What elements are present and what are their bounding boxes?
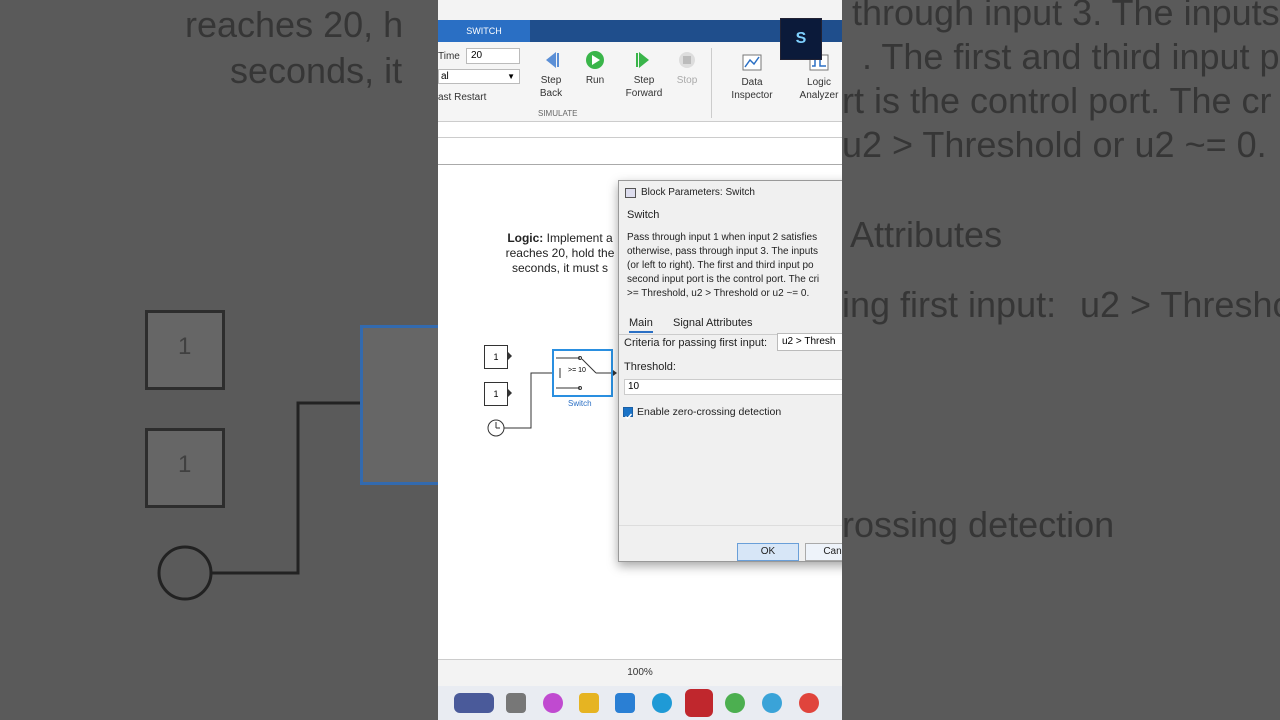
switch-threshold-text: >= 10: [568, 367, 586, 374]
checkmark-icon: [624, 413, 633, 420]
threshold-input[interactable]: 10: [624, 379, 842, 395]
background-left: reaches 20, h seconds, it 1 1: [0, 0, 438, 720]
simulate-section-label: SIMULATE: [538, 109, 578, 118]
stop-icon: [679, 52, 695, 68]
block-type-heading: Switch: [627, 209, 660, 221]
dialog-body: Switch Pass through input 1 when input 2…: [619, 205, 842, 525]
bg-text-line: . The first and third input po: [862, 36, 1280, 77]
copilot-app-icon[interactable]: [454, 693, 494, 713]
tab-signal-attributes[interactable]: Signal Attributes: [673, 317, 753, 329]
ok-button[interactable]: OK: [737, 543, 799, 561]
step-forward-button[interactable]: Step Forward: [622, 50, 666, 100]
copilot-icon[interactable]: [543, 693, 563, 713]
block-parameters-dialog: Block Parameters: Switch Switch Pass thr…: [618, 180, 842, 562]
description-line: Pass through input 1 when input 2 satisf…: [627, 232, 818, 243]
bg-text-line: rt is the control port. The cr: [842, 80, 1272, 121]
zoom-level: 100%: [627, 667, 653, 678]
criteria-select[interactable]: u2 > Thresh: [777, 333, 842, 351]
data-inspector-icon: [742, 54, 762, 71]
description-line: >= Threshold, u2 > Threshold or u2 ~= 0.: [627, 288, 810, 299]
store-icon[interactable]: [615, 693, 635, 713]
switch-block[interactable]: >= 10: [552, 349, 613, 397]
description-line: second input port is the control port. T…: [627, 274, 820, 285]
dialog-title-bar[interactable]: Block Parameters: Switch: [619, 181, 842, 205]
title-strip: [438, 0, 842, 20]
bg-text-line: through input 3. The inputs: [852, 0, 1280, 33]
sim-mode-select[interactable]: al ▼: [438, 69, 520, 84]
step-back-label: Step Back: [539, 75, 563, 99]
dialog-title: Block Parameters: Switch: [641, 187, 755, 198]
zero-crossing-label: Enable zero-crossing detection: [637, 406, 782, 418]
cancel-button[interactable]: Canc: [805, 543, 842, 561]
data-inspector-button[interactable]: Data Inspector: [724, 54, 780, 102]
bg-wires: [157, 401, 360, 601]
logic-analyzer-label: Logic Analyzer: [799, 77, 839, 101]
task-view-icon[interactable]: [506, 693, 526, 713]
description-line: otherwise, pass through input 3. The inp…: [627, 246, 819, 257]
chrome-icon[interactable]: [725, 693, 745, 713]
block-icon: [625, 188, 636, 198]
bg-text-line: u2 > Threshold or u2 ~= 0.: [842, 124, 1267, 165]
stop-label: Stop: [676, 75, 698, 86]
background-right: through input 3. The inputs . The first …: [842, 0, 1280, 720]
chevron-down-icon: ▼: [507, 72, 515, 81]
zero-crossing-checkbox[interactable]: [623, 407, 633, 420]
bg-criteria-label: ing first input:: [842, 284, 1057, 325]
ribbon-divider: [711, 48, 712, 118]
dialog-tabs: Main Signal Attributes: [619, 313, 842, 335]
sim-mode-value: al: [441, 71, 449, 82]
model-breadcrumb-bar: [438, 137, 842, 165]
channel-logo: S: [780, 18, 822, 60]
stop-time-label: Time: [438, 51, 460, 62]
logic-analyzer-button[interactable]: Logic Analyzer: [796, 54, 842, 102]
taskbar: [438, 686, 842, 720]
step-back-button[interactable]: Step Back: [534, 50, 568, 100]
stop-button[interactable]: Stop: [674, 50, 700, 87]
step-forward-label: Step Forward: [625, 75, 663, 99]
data-inspector-label: Data Inspector: [731, 77, 773, 101]
simulink-window: SWITCH Time 20 al ▼ ast Restart Step Bac…: [438, 0, 842, 720]
fast-restart-button[interactable]: ast Restart: [438, 92, 486, 103]
status-bar: 100%: [438, 659, 842, 686]
chrome-profile-icon[interactable]: [799, 693, 819, 713]
threshold-label: Threshold:: [624, 361, 676, 373]
block-description: Pass through input 1 when input 2 satisf…: [627, 231, 842, 301]
browser-icon[interactable]: [762, 693, 782, 713]
recorder-icon[interactable]: [685, 689, 713, 717]
stop-time-input[interactable]: 20: [466, 48, 520, 64]
dialog-footer: OK Canc: [619, 525, 842, 561]
bg-check-label: rossing detection: [842, 504, 1115, 545]
switch-block-label: Switch: [568, 399, 592, 408]
step-back-icon: [546, 52, 559, 68]
bg-tab-attributes: Attributes: [850, 214, 1003, 255]
edge-icon[interactable]: [652, 693, 672, 713]
tab-switch[interactable]: SWITCH: [438, 20, 530, 42]
run-icon: [586, 51, 604, 69]
tab-main[interactable]: Main: [629, 317, 653, 333]
criteria-label: Criteria for passing first input:: [624, 337, 768, 349]
bg-criteria-value: u2 > Thresho: [1080, 284, 1280, 325]
file-explorer-icon[interactable]: [579, 693, 599, 713]
run-button[interactable]: Run: [580, 50, 610, 87]
step-forward-icon: [636, 52, 649, 68]
description-line: (or left to right). The first and third …: [627, 260, 814, 271]
run-label: Run: [585, 75, 605, 86]
model-canvas[interactable]: Logic: Implement a reaches 20, hold the …: [438, 165, 842, 659]
